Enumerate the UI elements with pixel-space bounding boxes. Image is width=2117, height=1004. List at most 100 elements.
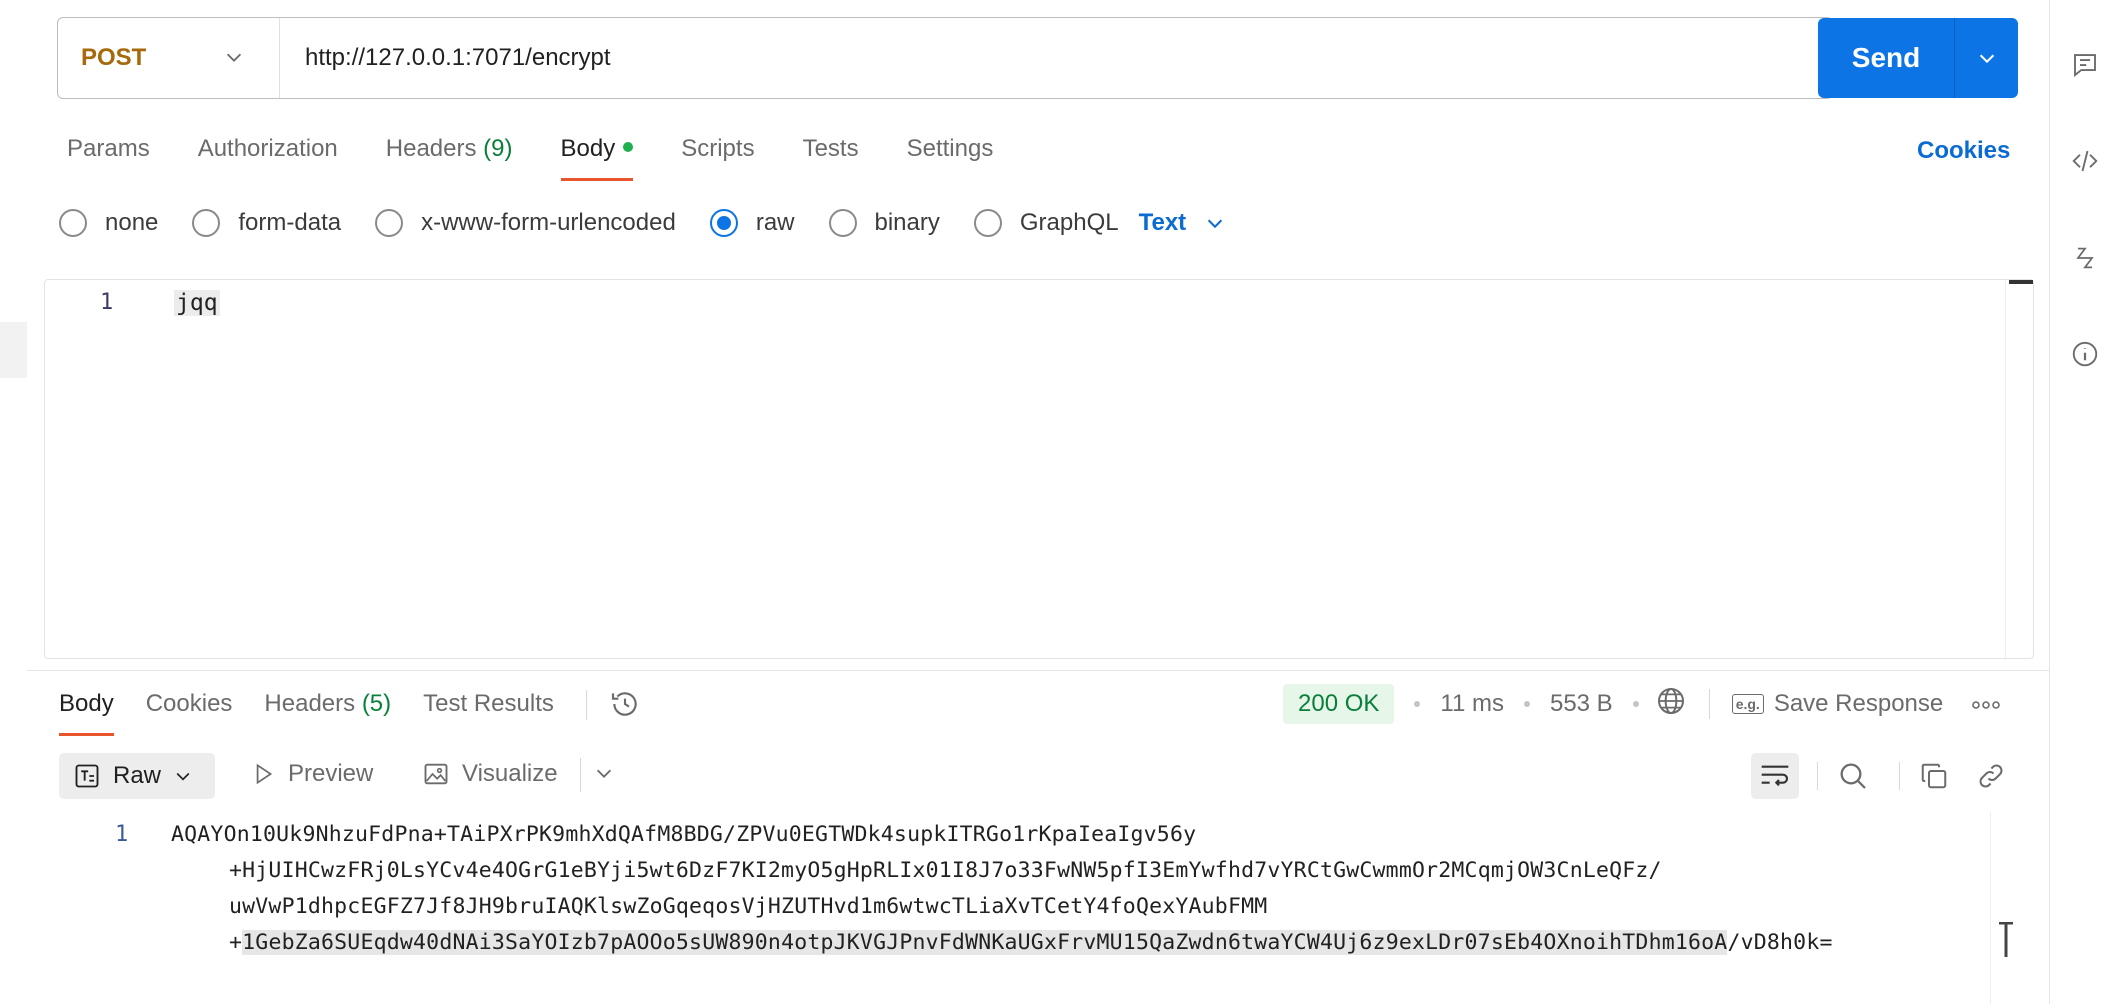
tab-body[interactable]: Body [560, 131, 634, 181]
response-body-viewer[interactable]: 1 AQAYOn10Uk9NhzuFdPna+TAiPXrPK9mhXdQAfM… [27, 812, 2049, 1004]
send-button-group: Send [1818, 18, 2018, 98]
text-segment: + [229, 930, 243, 955]
tab-params[interactable]: Params [67, 131, 150, 181]
radio-circle [828, 209, 857, 237]
radio-label: GraphQL [1019, 209, 1119, 236]
history-icon[interactable] [609, 688, 641, 725]
image-icon [424, 763, 448, 785]
save-response-button[interactable]: e.g. Save Response [1731, 690, 1944, 718]
editor-scrollbar[interactable] [2005, 280, 2033, 658]
radio-label: none [105, 209, 159, 236]
comment-icon[interactable] [2068, 48, 2102, 82]
separator-dot [1523, 701, 1530, 707]
separator-dot [1632, 701, 1639, 707]
chevron-down-icon [226, 53, 242, 62]
tab-label: Headers [385, 135, 477, 162]
url-bar: POST http://127.0.0.1:7071/encrypt [57, 17, 1833, 99]
text-cursor-icon [1999, 922, 2013, 957]
method-select[interactable]: POST [58, 18, 280, 98]
tab-test-results[interactable]: Test Results [423, 686, 554, 736]
response-tabs: Body Cookies Headers (5) Test Results [59, 686, 641, 736]
divider [1899, 762, 1900, 790]
info-icon[interactable] [2068, 337, 2102, 371]
divider [580, 758, 581, 792]
save-response-label: Save Response [1773, 690, 1944, 717]
globe-icon[interactable] [1655, 685, 1687, 724]
response-line: AQAYOn10Uk9NhzuFdPna+TAiPXrPK9mhXdQAfM8B… [171, 822, 1197, 847]
tab-label: Authorization [197, 135, 338, 162]
radio-raw[interactable]: raw [709, 209, 795, 237]
tab-response-headers[interactable]: Headers (5) [264, 686, 391, 736]
left-strip-marker [0, 322, 27, 378]
url-input[interactable]: http://127.0.0.1:7071/encrypt [280, 44, 611, 72]
status-badge[interactable]: 200 OK [1283, 684, 1395, 724]
radio-label: raw [755, 209, 795, 236]
tab-authorization[interactable]: Authorization [198, 131, 338, 181]
body-format-select[interactable]: Text [1139, 209, 1227, 237]
response-size[interactable]: 553 B [1550, 690, 1613, 718]
radio-circle-selected [709, 209, 738, 237]
separator-dot [1414, 701, 1421, 707]
body-type-radios: none form-data x-www-form-urlencoded raw… [59, 203, 1226, 243]
more-options-icon[interactable] [1971, 690, 2001, 718]
tab-settings[interactable]: Settings [907, 131, 994, 181]
radio-label: x-www-form-urlencoded [421, 209, 676, 236]
copy-icon[interactable] [1916, 758, 1952, 794]
chevron-down-icon [1208, 219, 1223, 229]
tab-label: Params [67, 135, 150, 162]
response-line: uwVwP1dhpcEGFZ7Jf8JH9bruIAQKlswZoGqeqosV… [229, 894, 1268, 919]
preview-button[interactable]: Preview [250, 760, 373, 788]
scrollbar-thumb[interactable] [2009, 280, 2033, 284]
visualize-button[interactable]: Visualize [422, 760, 558, 788]
response-line-selected: +1GebZa6SUEqdw40dNAi3SaYOIzb7pAOOo5sUW89… [229, 930, 1833, 955]
chevron-down-icon [1979, 54, 1994, 64]
play-icon [256, 763, 273, 785]
response-scrollbar[interactable] [1990, 812, 2020, 1004]
tab-scripts[interactable]: Scripts [681, 131, 754, 181]
code-icon[interactable] [2068, 144, 2102, 178]
tab-label: Tests [802, 135, 859, 162]
text-segment: /vD8h0k= [1727, 930, 1833, 955]
tab-label: Cookies [145, 690, 233, 717]
tab-label: Settings [906, 135, 994, 162]
send-options-button[interactable] [1955, 18, 2018, 98]
radio-binary[interactable]: binary [828, 209, 940, 237]
radio-none[interactable]: none [59, 209, 158, 237]
text-format-icon [75, 764, 99, 788]
visualize-options-button[interactable] [593, 762, 615, 789]
method-label: POST [81, 44, 147, 71]
editor-content[interactable]: jqq [174, 290, 220, 316]
tab-label: Test Results [423, 690, 554, 717]
tab-tests[interactable]: Tests [803, 131, 859, 181]
radio-urlencoded[interactable]: x-www-form-urlencoded [375, 209, 676, 237]
tab-response-body[interactable]: Body [59, 686, 114, 736]
radio-graphql[interactable]: GraphQL [973, 209, 1119, 237]
pane-divider[interactable] [27, 670, 2049, 671]
response-line: +HjUIHCwzFRj0LsYCv4e4OGrG1eBYji5wt6DzF7K… [229, 858, 1662, 883]
response-time[interactable]: 11 ms [1440, 690, 1504, 718]
divider [1708, 689, 1710, 719]
left-strip [0, 0, 27, 1004]
tab-headers[interactable]: Headers (9) [386, 131, 513, 181]
chevron-down-icon [596, 769, 612, 778]
right-sidebar [2049, 0, 2117, 1004]
cookies-link[interactable]: Cookies [1917, 137, 2010, 165]
request-tabs: Params Authorization Headers (9) Body Sc… [67, 131, 1041, 181]
tab-label: Body [560, 135, 616, 162]
body-format-label: Text [1138, 209, 1187, 236]
tab-label: Body [59, 690, 114, 717]
wrap-lines-button[interactable] [1751, 753, 1799, 799]
related-icon[interactable] [2068, 241, 2102, 275]
search-icon[interactable] [1835, 758, 1871, 794]
tab-response-cookies[interactable]: Cookies [146, 686, 233, 736]
request-body-editor[interactable]: 1 jqq [44, 279, 2034, 659]
send-button[interactable]: Send [1818, 18, 1954, 98]
link-icon[interactable] [1973, 758, 2009, 794]
raw-format-button[interactable]: Raw [59, 753, 215, 799]
line-number: 1 [100, 290, 114, 315]
raw-label: Raw [113, 762, 162, 789]
preview-label: Preview [288, 760, 374, 787]
divider [585, 690, 587, 720]
radio-form-data[interactable]: form-data [192, 209, 341, 237]
radio-label: binary [874, 209, 940, 236]
